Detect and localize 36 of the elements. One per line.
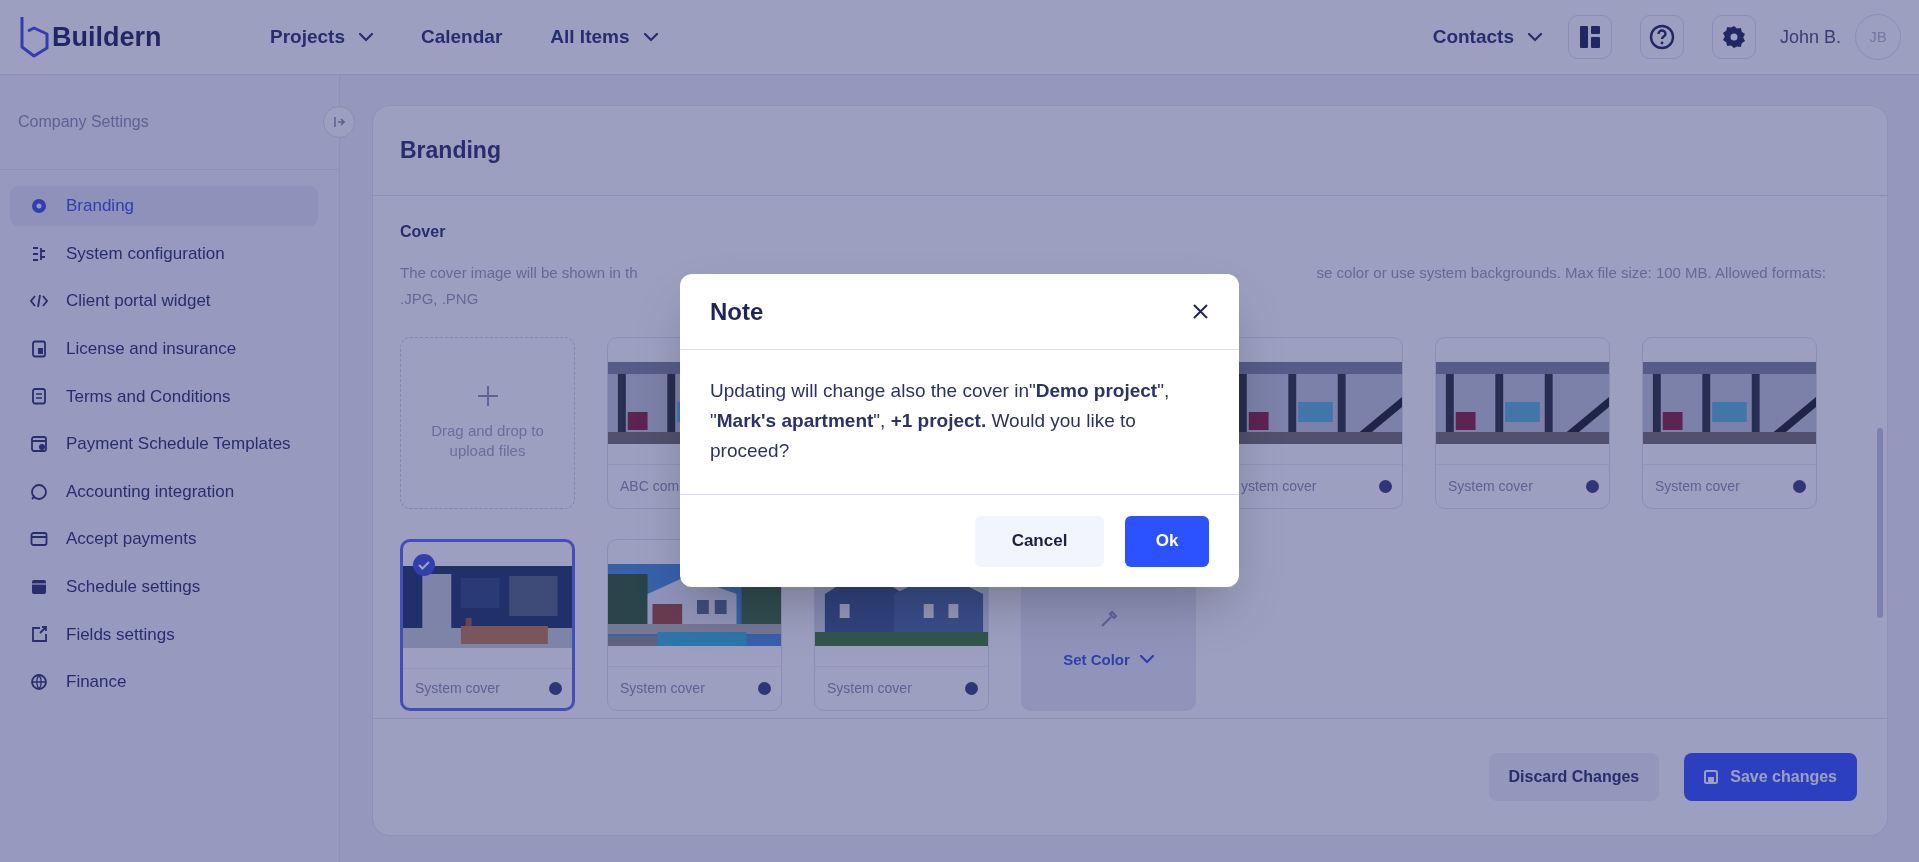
description-text: .JPG, .PNG [400, 288, 479, 309]
sidebar-item[interactable]: Accept payments [10, 519, 318, 560]
description-text: se color or use system backgrounds. Max file size: 100 MB. Allowed formats: [1316, 263, 1826, 283]
ok-button[interactable]: Ok [1125, 515, 1209, 567]
sidebar-item[interactable]: System configuration [10, 233, 318, 274]
cover-label: System cover [620, 679, 705, 698]
nav-menu[interactable]: Calendar [421, 22, 503, 52]
sidebar-item[interactable]: Branding [10, 186, 318, 226]
section-title: Cover [400, 222, 447, 242]
sidebar-item[interactable]: Payment Schedule Templates [10, 423, 318, 464]
dialog-title: Note [710, 296, 764, 327]
nav-menu[interactable]: Projects [270, 22, 373, 52]
discard-button[interactable]: Discard Changes [1488, 753, 1660, 801]
sidebar-item[interactable]: Accounting integration [10, 471, 318, 512]
sidebar-title: Company Settings [18, 112, 149, 132]
set-color-label: Set Color [1063, 649, 1130, 670]
save-button[interactable]: Save changes [1684, 753, 1857, 801]
panel-title: Branding [400, 136, 501, 166]
cover-label: System cover [1655, 477, 1740, 496]
dialog-message: Updating will change also the cover in"Demo project", "Mark's apartment", +1 project. Would you like to proceed? [710, 379, 1171, 463]
cover-label: ystem cover [1241, 477, 1317, 496]
logo-text: Buildern [52, 20, 162, 54]
sidebar-item[interactable]: Finance [10, 661, 318, 702]
sidebar-item[interactable]: Client portal widget [10, 281, 318, 322]
sidebar-item[interactable]: Schedule settings [10, 566, 318, 607]
sidebar-item[interactable]: Terms and Conditions [10, 376, 318, 417]
cover-label: System cover [827, 679, 912, 698]
contacts-menu[interactable]: Contacts [1432, 22, 1542, 52]
nav-menu[interactable]: All Items [550, 22, 658, 52]
cancel-button[interactable]: Cancel [975, 515, 1104, 567]
user-name: John B. [1779, 25, 1841, 49]
cover-label: System cover [415, 679, 500, 698]
cover-label: ABC com [620, 477, 680, 496]
sidebar-item[interactable]: Fields settings [10, 614, 318, 655]
cover-label: System cover [1448, 477, 1533, 496]
sidebar-item[interactable]: License and insurance [10, 328, 318, 369]
